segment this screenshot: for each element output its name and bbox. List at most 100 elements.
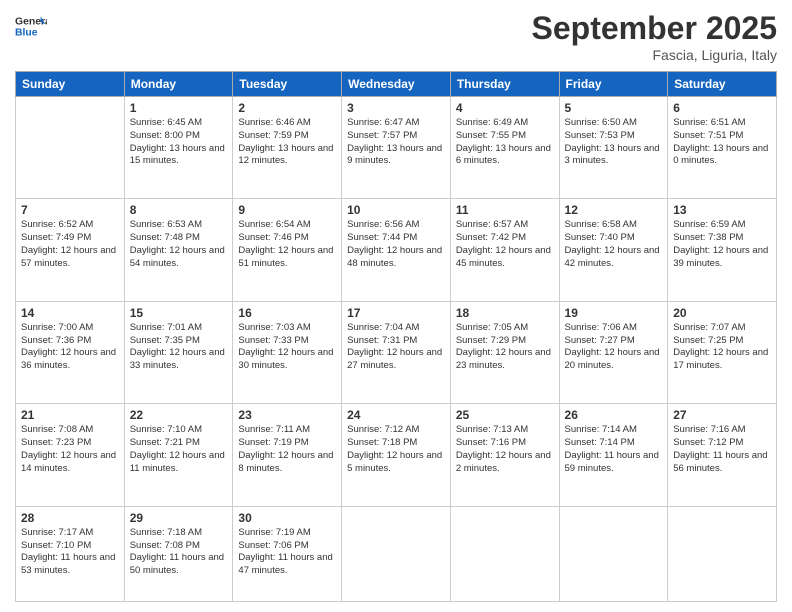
header: General Blue September 2025 Fascia, Ligu… xyxy=(15,10,777,63)
calendar-cell: 22 Sunrise: 7:10 AM Sunset: 7:21 PM Dayli… xyxy=(124,404,233,506)
svg-text:Blue: Blue xyxy=(15,28,38,39)
day-number: 22 xyxy=(130,408,228,422)
day-number: 9 xyxy=(238,203,336,217)
calendar-cell: 18 Sunrise: 7:05 AM Sunset: 7:29 PM Dayli… xyxy=(450,301,559,403)
calendar-cell xyxy=(16,97,125,199)
day-number: 10 xyxy=(347,203,445,217)
calendar-cell xyxy=(668,506,777,601)
calendar-cell: 1 Sunrise: 6:45 AM Sunset: 8:00 PM Daylig… xyxy=(124,97,233,199)
calendar-cell xyxy=(559,506,668,601)
day-number: 30 xyxy=(238,511,336,525)
col-tuesday: Tuesday xyxy=(233,72,342,97)
calendar-cell: 5 Sunrise: 6:50 AM Sunset: 7:53 PM Daylig… xyxy=(559,97,668,199)
day-info: Sunrise: 7:00 AM Sunset: 7:36 PM Dayligh… xyxy=(21,322,119,373)
col-wednesday: Wednesday xyxy=(342,72,451,97)
calendar-cell: 21Sunrise: 7:08 AM Sunset: 7:23 PM Dayli… xyxy=(16,404,125,506)
day-info: Sunrise: 6:47 AM Sunset: 7:57 PM Dayligh… xyxy=(347,117,445,168)
week-row-3: 21Sunrise: 7:08 AM Sunset: 7:23 PM Dayli… xyxy=(16,404,777,506)
day-info: Sunrise: 7:07 AM Sunset: 7:25 PM Dayligh… xyxy=(673,322,771,373)
day-info: Sunrise: 7:04 AM Sunset: 7:31 PM Dayligh… xyxy=(347,322,445,373)
calendar-cell: 25Sunrise: 7:13 AM Sunset: 7:16 PM Dayli… xyxy=(450,404,559,506)
day-number: 29 xyxy=(130,511,228,525)
day-number: 11 xyxy=(456,203,554,217)
day-number: 14 xyxy=(21,306,119,320)
calendar-cell: 26 Sunrise: 7:14 AM Sunset: 7:14 PM Dayli… xyxy=(559,404,668,506)
calendar-cell: 7Sunrise: 6:52 AM Sunset: 7:49 PM Daylig… xyxy=(16,199,125,301)
calendar-cell: 14 Sunrise: 7:00 AM Sunset: 7:36 PM Dayli… xyxy=(16,301,125,403)
day-info: Sunrise: 6:49 AM Sunset: 7:55 PM Dayligh… xyxy=(456,117,554,168)
week-row-4: 28 Sunrise: 7:17 AM Sunset: 7:10 PM Dayli… xyxy=(16,506,777,601)
col-saturday: Saturday xyxy=(668,72,777,97)
day-number: 18 xyxy=(456,306,554,320)
day-info: Sunrise: 7:08 AM Sunset: 7:23 PM Dayligh… xyxy=(21,424,119,475)
day-info: Sunrise: 7:17 AM Sunset: 7:10 PM Dayligh… xyxy=(21,527,119,578)
day-info: Sunrise: 7:13 AM Sunset: 7:16 PM Dayligh… xyxy=(456,424,554,475)
calendar-cell: 27Sunrise: 7:16 AM Sunset: 7:12 PM Dayli… xyxy=(668,404,777,506)
day-number: 16 xyxy=(238,306,336,320)
day-info: Sunrise: 7:10 AM Sunset: 7:21 PM Dayligh… xyxy=(130,424,228,475)
calendar-cell: 17 Sunrise: 7:04 AM Sunset: 7:31 PM Dayli… xyxy=(342,301,451,403)
day-number: 17 xyxy=(347,306,445,320)
day-number: 23 xyxy=(238,408,336,422)
day-info: Sunrise: 7:06 AM Sunset: 7:27 PM Dayligh… xyxy=(565,322,663,373)
day-number: 6 xyxy=(673,101,771,115)
calendar-cell: 8 Sunrise: 6:53 AM Sunset: 7:48 PM Daylig… xyxy=(124,199,233,301)
logo: General Blue xyxy=(15,10,47,42)
day-info: Sunrise: 7:18 AM Sunset: 7:08 PM Dayligh… xyxy=(130,527,228,578)
day-info: Sunrise: 7:03 AM Sunset: 7:33 PM Dayligh… xyxy=(238,322,336,373)
page: General Blue September 2025 Fascia, Ligu… xyxy=(0,0,792,612)
calendar-cell: 24 Sunrise: 7:12 AM Sunset: 7:18 PM Dayli… xyxy=(342,404,451,506)
day-info: Sunrise: 7:11 AM Sunset: 7:19 PM Dayligh… xyxy=(238,424,336,475)
calendar-cell: 16 Sunrise: 7:03 AM Sunset: 7:33 PM Dayli… xyxy=(233,301,342,403)
calendar-cell: 29 Sunrise: 7:18 AM Sunset: 7:08 PM Dayli… xyxy=(124,506,233,601)
calendar-cell: 13 Sunrise: 6:59 AM Sunset: 7:38 PM Dayli… xyxy=(668,199,777,301)
day-number: 12 xyxy=(565,203,663,217)
week-row-2: 14 Sunrise: 7:00 AM Sunset: 7:36 PM Dayli… xyxy=(16,301,777,403)
day-info: Sunrise: 6:51 AM Sunset: 7:51 PM Dayligh… xyxy=(673,117,771,168)
day-number: 19 xyxy=(565,306,663,320)
day-number: 3 xyxy=(347,101,445,115)
location: Fascia, Liguria, Italy xyxy=(532,47,777,63)
day-info: Sunrise: 6:50 AM Sunset: 7:53 PM Dayligh… xyxy=(565,117,663,168)
header-row: Sunday Monday Tuesday Wednesday Thursday… xyxy=(16,72,777,97)
calendar-cell: 28 Sunrise: 7:17 AM Sunset: 7:10 PM Dayli… xyxy=(16,506,125,601)
title-block: September 2025 Fascia, Liguria, Italy xyxy=(532,10,777,63)
col-thursday: Thursday xyxy=(450,72,559,97)
day-info: Sunrise: 7:01 AM Sunset: 7:35 PM Dayligh… xyxy=(130,322,228,373)
day-number: 8 xyxy=(130,203,228,217)
calendar-cell xyxy=(450,506,559,601)
day-number: 4 xyxy=(456,101,554,115)
day-number: 13 xyxy=(673,203,771,217)
day-number: 28 xyxy=(21,511,119,525)
general-blue-icon: General Blue xyxy=(15,10,47,42)
calendar-cell: 4 Sunrise: 6:49 AM Sunset: 7:55 PM Daylig… xyxy=(450,97,559,199)
calendar-cell: 6 Sunrise: 6:51 AM Sunset: 7:51 PM Daylig… xyxy=(668,97,777,199)
day-info: Sunrise: 7:16 AM Sunset: 7:12 PM Dayligh… xyxy=(673,424,771,475)
calendar-table: Sunday Monday Tuesday Wednesday Thursday… xyxy=(15,71,777,602)
day-info: Sunrise: 6:54 AM Sunset: 7:46 PM Dayligh… xyxy=(238,219,336,270)
day-info: Sunrise: 7:12 AM Sunset: 7:18 PM Dayligh… xyxy=(347,424,445,475)
day-number: 7 xyxy=(21,203,119,217)
day-number: 26 xyxy=(565,408,663,422)
week-row-1: 7Sunrise: 6:52 AM Sunset: 7:49 PM Daylig… xyxy=(16,199,777,301)
week-row-0: 1 Sunrise: 6:45 AM Sunset: 8:00 PM Daylig… xyxy=(16,97,777,199)
calendar-cell: 30Sunrise: 7:19 AM Sunset: 7:06 PM Dayli… xyxy=(233,506,342,601)
calendar-cell: 3 Sunrise: 6:47 AM Sunset: 7:57 PM Daylig… xyxy=(342,97,451,199)
day-number: 5 xyxy=(565,101,663,115)
col-monday: Monday xyxy=(124,72,233,97)
day-info: Sunrise: 6:59 AM Sunset: 7:38 PM Dayligh… xyxy=(673,219,771,270)
day-number: 2 xyxy=(238,101,336,115)
day-info: Sunrise: 6:53 AM Sunset: 7:48 PM Dayligh… xyxy=(130,219,228,270)
day-info: Sunrise: 7:14 AM Sunset: 7:14 PM Dayligh… xyxy=(565,424,663,475)
calendar-cell: 12Sunrise: 6:58 AM Sunset: 7:40 PM Dayli… xyxy=(559,199,668,301)
day-number: 1 xyxy=(130,101,228,115)
calendar-cell xyxy=(342,506,451,601)
day-info: Sunrise: 6:45 AM Sunset: 8:00 PM Dayligh… xyxy=(130,117,228,168)
calendar-cell: 19 Sunrise: 7:06 AM Sunset: 7:27 PM Dayli… xyxy=(559,301,668,403)
day-info: Sunrise: 7:05 AM Sunset: 7:29 PM Dayligh… xyxy=(456,322,554,373)
day-info: Sunrise: 6:57 AM Sunset: 7:42 PM Dayligh… xyxy=(456,219,554,270)
day-number: 24 xyxy=(347,408,445,422)
col-friday: Friday xyxy=(559,72,668,97)
calendar-cell: 10Sunrise: 6:56 AM Sunset: 7:44 PM Dayli… xyxy=(342,199,451,301)
col-sunday: Sunday xyxy=(16,72,125,97)
